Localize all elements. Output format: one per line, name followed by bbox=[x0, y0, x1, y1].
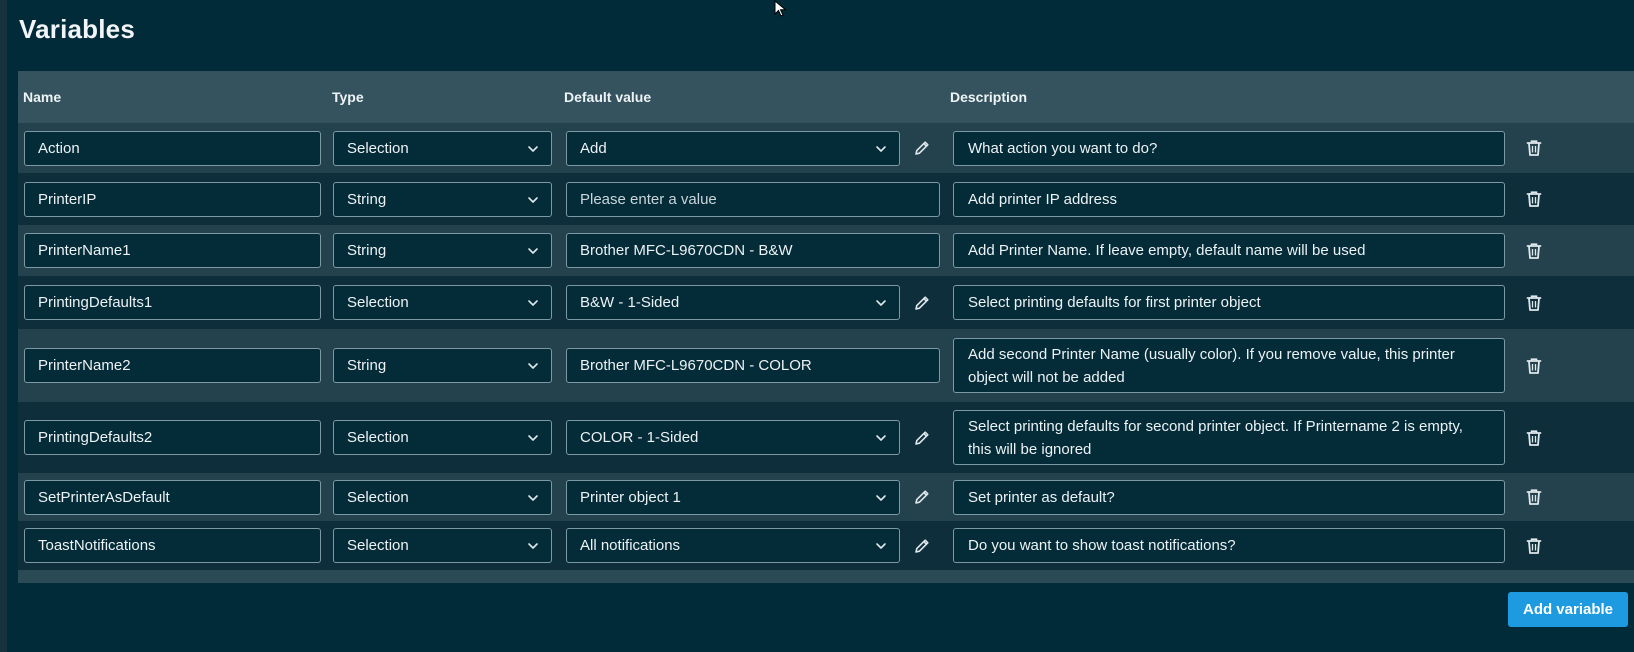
variable-type-select[interactable]: Selection bbox=[333, 131, 552, 166]
variable-name-input[interactable]: PrintingDefaults1 bbox=[24, 285, 321, 320]
variable-name-input[interactable]: PrintingDefaults2 bbox=[24, 420, 321, 455]
variable-type-value: Selection bbox=[347, 489, 409, 506]
mouse-cursor-icon bbox=[774, 0, 787, 17]
add-variable-button[interactable]: Add variable bbox=[1508, 592, 1628, 627]
variable-description-input[interactable]: Select printing defaults for first print… bbox=[953, 285, 1505, 320]
variable-type-value: String bbox=[347, 242, 387, 259]
default-value-select[interactable]: All notifications bbox=[566, 528, 900, 563]
variable-type-select[interactable]: String bbox=[333, 182, 552, 217]
chevron-down-icon bbox=[876, 542, 886, 549]
variable-description-input[interactable]: Add second Printer Name (usually color).… bbox=[953, 338, 1505, 393]
variables-page: Variables Name Type Default value Descri… bbox=[7, 0, 1634, 652]
default-value-text: B&W - 1-Sided bbox=[580, 294, 680, 311]
trash-icon[interactable] bbox=[1524, 536, 1544, 556]
chevron-down-icon bbox=[876, 299, 886, 306]
trash-icon[interactable] bbox=[1524, 189, 1544, 209]
variable-type-value: Selection bbox=[347, 429, 409, 446]
table-row: Action Selection Add What action you want… bbox=[18, 123, 1634, 173]
chevron-down-icon bbox=[528, 434, 538, 441]
variable-type-select[interactable]: Selection bbox=[333, 420, 552, 455]
variable-description-input[interactable]: Add Printer Name. If leave empty, defaul… bbox=[953, 233, 1505, 268]
variable-name-input[interactable]: PrinterName1 bbox=[24, 233, 321, 268]
chevron-down-icon bbox=[528, 247, 538, 254]
table-row: PrintingDefaults2 Selection COLOR - 1-Sid… bbox=[18, 402, 1634, 473]
default-value-select[interactable]: Printer object 1 bbox=[566, 480, 900, 515]
variable-name-input[interactable]: ToastNotifications bbox=[24, 528, 321, 563]
variable-description-input[interactable]: Do you want to show toast notifications? bbox=[953, 528, 1505, 563]
chevron-down-icon bbox=[528, 542, 538, 549]
variable-type-select[interactable]: Selection bbox=[333, 528, 552, 563]
pencil-icon[interactable] bbox=[912, 536, 932, 556]
pencil-icon[interactable] bbox=[912, 428, 932, 448]
pencil-icon[interactable] bbox=[912, 487, 932, 507]
default-value-text: COLOR - 1-Sided bbox=[580, 429, 699, 446]
column-header-default-value: Default value bbox=[564, 89, 652, 105]
trash-icon[interactable] bbox=[1524, 241, 1544, 261]
variable-description-input[interactable]: Add printer IP address bbox=[953, 182, 1505, 217]
left-sidebar-edge bbox=[0, 0, 7, 652]
column-header-name: Name bbox=[23, 89, 62, 105]
default-value-text: Printer object 1 bbox=[580, 489, 681, 506]
variables-table: Name Type Default value Description Acti… bbox=[18, 71, 1634, 583]
default-value-input[interactable]: Brother MFC-L9670CDN - B&W bbox=[566, 233, 940, 268]
variable-description-input[interactable]: Select printing defaults for second prin… bbox=[953, 410, 1505, 465]
chevron-down-icon bbox=[528, 299, 538, 306]
variable-type-value: Selection bbox=[347, 294, 409, 311]
chevron-down-icon bbox=[876, 145, 886, 152]
table-row: PrinterName1 String Brother MFC-L9670CDN … bbox=[18, 225, 1634, 276]
chevron-down-icon bbox=[876, 434, 886, 441]
default-value-input[interactable]: Please enter a value bbox=[566, 182, 940, 217]
trash-icon[interactable] bbox=[1524, 293, 1544, 313]
variable-type-value: String bbox=[347, 191, 387, 208]
default-value-input[interactable]: Brother MFC-L9670CDN - COLOR bbox=[566, 348, 940, 383]
variable-type-value: Selection bbox=[347, 537, 409, 554]
variable-description-input[interactable]: Set printer as default? bbox=[953, 480, 1505, 515]
trash-icon[interactable] bbox=[1524, 487, 1544, 507]
chevron-down-icon bbox=[528, 145, 538, 152]
table-row: PrintingDefaults1 Selection B&W - 1-Sided… bbox=[18, 276, 1634, 329]
column-header-description: Description bbox=[950, 89, 1028, 105]
pencil-icon[interactable] bbox=[912, 293, 932, 313]
table-header: Name Type Default value Description bbox=[18, 71, 1634, 123]
variable-description-input[interactable]: What action you want to do? bbox=[953, 131, 1505, 166]
variable-type-select[interactable]: Selection bbox=[333, 480, 552, 515]
variable-name-input[interactable]: PrinterName2 bbox=[24, 348, 321, 383]
table-row: SetPrinterAsDefault Selection Printer obj… bbox=[18, 473, 1634, 521]
chevron-down-icon bbox=[876, 494, 886, 501]
variable-name-input[interactable]: PrinterIP bbox=[24, 182, 321, 217]
variable-type-value: String bbox=[347, 357, 387, 374]
table-row: PrinterIP String Please enter a value Add … bbox=[18, 173, 1634, 225]
default-value-select[interactable]: COLOR - 1-Sided bbox=[566, 420, 900, 455]
variable-type-value: Selection bbox=[347, 140, 409, 157]
table-row: ToastNotifications Selection All notifica… bbox=[18, 521, 1634, 570]
trash-icon[interactable] bbox=[1524, 356, 1544, 376]
table-row: PrinterName2 String Brother MFC-L9670CDN … bbox=[18, 329, 1634, 402]
column-header-type: Type bbox=[332, 89, 364, 105]
variable-name-input[interactable]: Action bbox=[24, 131, 321, 166]
chevron-down-icon bbox=[528, 196, 538, 203]
variable-type-select[interactable]: String bbox=[333, 348, 552, 383]
default-value-text: All notifications bbox=[580, 537, 681, 554]
variable-type-select[interactable]: Selection bbox=[333, 285, 552, 320]
chevron-down-icon bbox=[528, 494, 538, 501]
variable-name-input[interactable]: SetPrinterAsDefault bbox=[24, 480, 321, 515]
default-value-select[interactable]: B&W - 1-Sided bbox=[566, 285, 900, 320]
pencil-icon[interactable] bbox=[912, 138, 932, 158]
trash-icon[interactable] bbox=[1524, 428, 1544, 448]
default-value-select[interactable]: Add bbox=[566, 131, 900, 166]
chevron-down-icon bbox=[528, 362, 538, 369]
page-title: Variables bbox=[19, 14, 135, 44]
trash-icon[interactable] bbox=[1524, 138, 1544, 158]
variable-type-select[interactable]: String bbox=[333, 233, 552, 268]
default-value-text: Add bbox=[580, 140, 607, 157]
